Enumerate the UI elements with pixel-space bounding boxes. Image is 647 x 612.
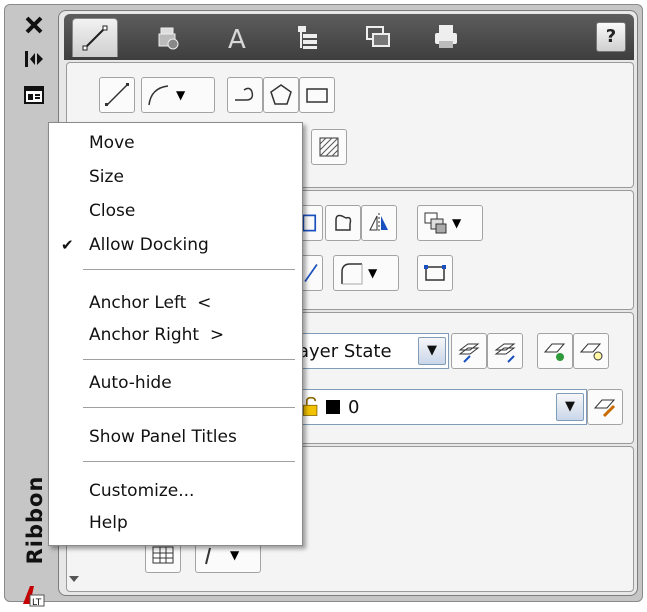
menu-separator	[83, 461, 295, 463]
help-button[interactable]: ?	[596, 22, 626, 52]
explode-icon	[424, 265, 446, 281]
anchor-toggle-icon[interactable]	[10, 48, 58, 74]
layer-next-icon	[494, 343, 516, 363]
tab-insert[interactable]	[146, 18, 190, 56]
menu-item-label: Help	[89, 513, 128, 533]
mirror-icon	[369, 213, 388, 233]
rectangle-icon	[306, 88, 328, 103]
layer-isolate-tool[interactable]	[573, 333, 609, 369]
menu-separator	[83, 407, 295, 409]
menu-item-size[interactable]: Size	[49, 161, 302, 193]
menu-item-label: Anchor Left <	[89, 293, 212, 313]
polygon-tool[interactable]	[263, 77, 299, 113]
scroll-down-arrow[interactable]	[66, 566, 82, 592]
layer-isolate-icon	[579, 343, 603, 361]
array-split-button[interactable]: ▼	[417, 205, 483, 241]
menu-item-close[interactable]: Close	[49, 195, 302, 227]
chevron-down-icon: ▼	[176, 88, 186, 102]
current-layer-value: 0	[348, 396, 360, 418]
menu-separator	[83, 359, 295, 361]
make-current-layer-icon	[593, 399, 616, 418]
rectangle-tool[interactable]	[299, 77, 335, 113]
properties-icon[interactable]	[10, 84, 58, 110]
explode-tool[interactable]	[417, 255, 453, 291]
stretch-tool[interactable]	[325, 205, 361, 241]
chevron-down-icon[interactable]: ▼	[556, 393, 584, 421]
menu-item-label: Customize...	[89, 481, 195, 501]
chevron-down-icon: ▼	[230, 548, 240, 562]
spline-tool[interactable]	[227, 77, 263, 113]
checkmark-icon: ✔	[61, 236, 74, 254]
fillet-split-button[interactable]: ▼	[333, 255, 399, 291]
line-tool[interactable]	[99, 77, 135, 113]
ribbon-tab-strip: A ?	[64, 14, 634, 60]
annotate-tab-icon: A	[228, 25, 246, 52]
fillet-icon	[341, 263, 363, 285]
view-tab-icon	[366, 26, 390, 47]
menu-item-label: Auto-hide	[89, 373, 172, 393]
tab-draw[interactable]	[72, 18, 118, 57]
stretch-icon	[335, 214, 352, 231]
make-current-layer-tool[interactable]	[587, 389, 623, 425]
menu-item-allow-docking[interactable]: ✔ Allow Docking	[49, 229, 302, 261]
copy-icon	[302, 214, 317, 232]
menu-item-auto-hide[interactable]: Auto-hide	[49, 367, 302, 399]
polyline-split-button[interactable]: ▼	[141, 77, 215, 113]
menu-item-label: Anchor Right >	[89, 325, 225, 345]
menu-separator	[83, 269, 295, 271]
layer-combo[interactable]: 0 ▼	[293, 389, 587, 425]
polyline-icon	[148, 85, 169, 106]
tab-output[interactable]	[424, 18, 468, 56]
menu-item-label: Close	[89, 201, 136, 221]
layer-state-value: ayer State	[298, 340, 392, 362]
menu-item-label: Allow Docking	[89, 235, 209, 255]
chevron-down-icon: ▼	[368, 266, 378, 280]
autocad-lt-icon[interactable]: LT	[20, 582, 46, 608]
layer-previous-icon	[458, 343, 480, 363]
output-tab-icon	[435, 25, 457, 48]
layer-next-tool[interactable]	[487, 333, 523, 369]
spline-icon	[235, 87, 254, 101]
trim-icon	[304, 264, 318, 282]
close-icon[interactable]	[10, 14, 58, 40]
insert-tab-icon	[158, 27, 179, 50]
layer-previous-tool[interactable]	[451, 333, 487, 369]
line-icon	[105, 83, 129, 106]
chevron-down-icon: ▼	[452, 216, 462, 230]
menu-item-help[interactable]: Help	[49, 507, 302, 539]
menu-item-anchor-left[interactable]: Anchor Left <	[49, 287, 302, 319]
hatch-icon	[319, 137, 339, 157]
layer-color-swatch	[326, 400, 340, 414]
menu-item-label: Show Panel Titles	[89, 427, 237, 447]
svg-text:A: A	[228, 25, 246, 52]
manage-tab-icon	[298, 26, 317, 49]
tab-manage[interactable]	[286, 18, 330, 56]
menu-item-anchor-right[interactable]: Anchor Right >	[49, 319, 302, 351]
menu-item-label: Size	[89, 167, 124, 187]
svg-text:LT: LT	[32, 598, 42, 608]
menu-item-show-panel-titles[interactable]: Show Panel Titles	[49, 421, 302, 453]
ribbon-context-menu: Move Size Close ✔ Allow Docking Anchor L…	[48, 122, 303, 546]
polygon-icon	[270, 84, 292, 105]
tab-annotate[interactable]: A	[216, 18, 260, 56]
ribbon-title: Ribbon	[23, 475, 47, 565]
menu-item-move[interactable]: Move	[49, 127, 302, 159]
layer-walk-tool[interactable]	[537, 333, 573, 369]
unlocked-layer-icon	[302, 396, 318, 416]
mirror-tool[interactable]	[361, 205, 397, 241]
menu-item-customize[interactable]: Customize...	[49, 475, 302, 507]
chevron-down-icon[interactable]: ▼	[418, 337, 446, 365]
draw-tab-icon	[82, 25, 108, 51]
tab-view[interactable]	[356, 18, 400, 56]
menu-item-label: Move	[89, 133, 135, 153]
hatch-tool[interactable]	[311, 129, 347, 165]
layer-state-combo[interactable]: ayer State ▼	[293, 333, 449, 369]
array-icon	[424, 212, 447, 234]
layer-walk-icon	[543, 343, 566, 361]
